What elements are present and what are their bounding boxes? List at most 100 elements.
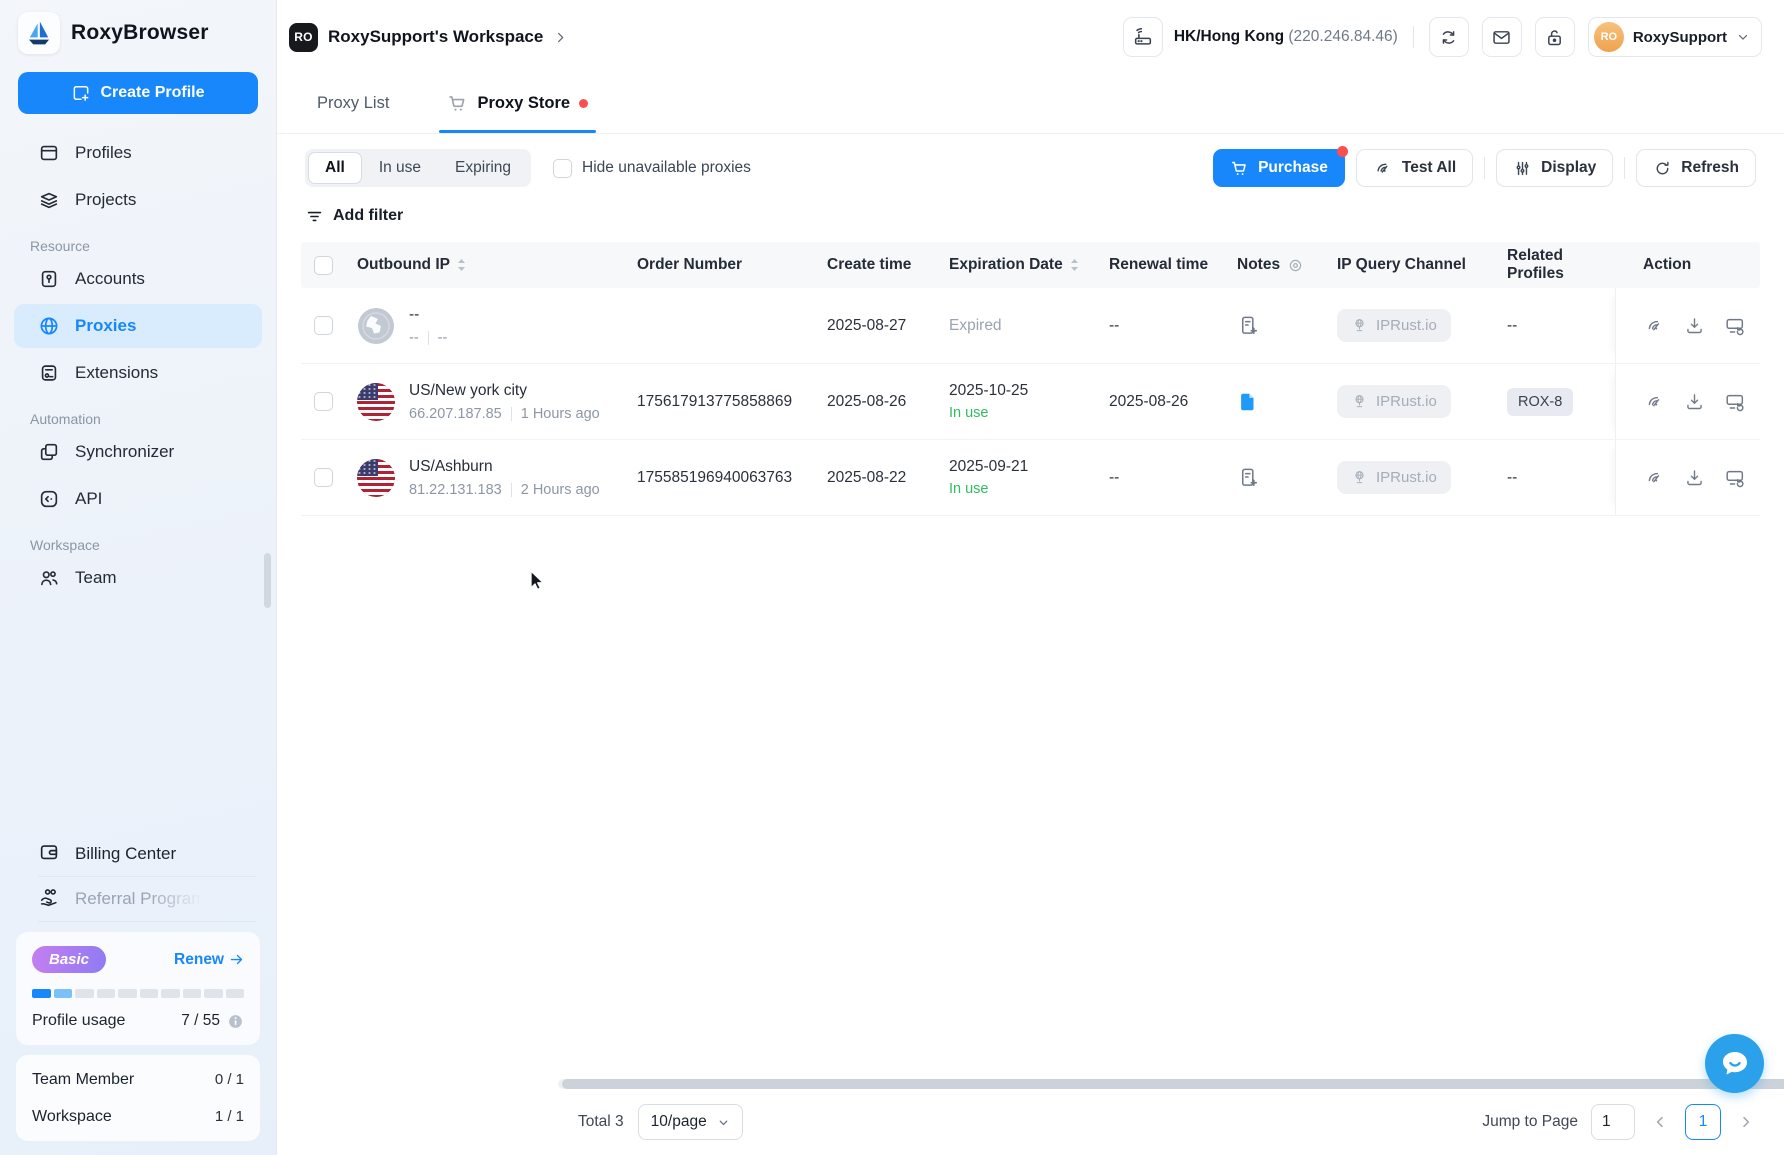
outbound-ip-cell: -- ---- [345, 306, 625, 346]
add-filter-button[interactable]: Add filter [305, 207, 403, 226]
proxy-router-button[interactable] [1123, 17, 1163, 57]
table-row: US/New york city 66.207.187.851 Hours ag… [301, 364, 1760, 440]
previous-page-button[interactable] [1648, 1110, 1672, 1134]
section-label-automation: Automation [30, 411, 262, 427]
header-label: Outbound IP [357, 256, 450, 274]
page-number-button[interactable]: 1 [1685, 1104, 1721, 1140]
ip-query-channel-button[interactable]: IPRust.io [1337, 461, 1451, 494]
sidebar-item-referral-program[interactable]: Referral Program [14, 877, 262, 921]
download-icon[interactable] [1684, 315, 1705, 336]
renew-proxy-icon[interactable] [1724, 391, 1746, 413]
notes-cell [1225, 314, 1325, 337]
page-size-value: 10/page [651, 1113, 707, 1131]
renew-proxy-icon[interactable] [1724, 315, 1746, 337]
sidebar-item-billing-center[interactable]: Billing Center [14, 832, 262, 876]
toolbar: Purchase Test All Display Refresh [1213, 149, 1756, 187]
filter-all[interactable]: All [308, 152, 362, 184]
info-icon[interactable] [227, 1013, 244, 1030]
keyhole-badge-icon [38, 268, 60, 290]
lock-button[interactable] [1535, 17, 1575, 57]
row-checkbox[interactable] [314, 468, 333, 487]
workspace-breadcrumb[interactable]: RO RoxySupport's Workspace [289, 23, 568, 52]
tab-proxy-store[interactable]: Proxy Store [447, 74, 588, 133]
order-number-cell: 175585196940063763 [625, 469, 815, 487]
download-icon[interactable] [1684, 391, 1705, 412]
horizontal-scrollbar-thumb[interactable] [562, 1079, 1784, 1089]
row-checkbox[interactable] [314, 392, 333, 411]
refresh-icon [1653, 159, 1672, 178]
tab-proxy-list[interactable]: Proxy List [317, 74, 389, 133]
pagination-bar: Total 3 10/page Jump to Page 1 [578, 1101, 1758, 1143]
create-profile-button[interactable]: Create Profile [18, 72, 258, 114]
divider [38, 921, 256, 922]
notes-cell [1225, 466, 1325, 489]
renew-link[interactable]: Renew [174, 951, 244, 969]
download-icon[interactable] [1684, 467, 1705, 488]
add-note-icon[interactable] [1237, 466, 1325, 489]
visibility-icon[interactable] [1287, 257, 1304, 274]
sidebar-item-label: Accounts [75, 269, 145, 289]
column-header-expiration-date[interactable]: Expiration Date [937, 256, 1097, 274]
speed-test-icon [1373, 158, 1393, 178]
select-all-checkbox[interactable] [314, 256, 333, 275]
cart-icon [1230, 159, 1249, 178]
hide-unavailable-checkbox[interactable]: Hide unavailable proxies [553, 159, 751, 178]
refresh-button[interactable]: Refresh [1636, 149, 1756, 187]
jump-to-page-input[interactable] [1591, 1104, 1635, 1140]
user-menu[interactable]: RO RoxySupport [1588, 17, 1762, 57]
code-icon [38, 488, 60, 510]
location-name: HK/Hong Kong [1174, 28, 1284, 45]
renew-label: Renew [174, 951, 224, 969]
next-page-button[interactable] [1734, 1110, 1758, 1134]
sidebar-item-synchronizer[interactable]: Synchronizer [14, 430, 262, 474]
action-cell [1615, 364, 1760, 439]
header-label: IP Query Channel [1337, 256, 1466, 274]
checkbox[interactable] [553, 159, 572, 178]
purchase-button[interactable]: Purchase [1213, 149, 1345, 187]
renew-proxy-icon[interactable] [1724, 467, 1746, 489]
test-proxy-icon[interactable] [1644, 391, 1665, 412]
test-all-button[interactable]: Test All [1356, 149, 1473, 187]
page-size-select[interactable]: 10/page [638, 1104, 743, 1140]
usage-status: In use [949, 405, 1097, 421]
messages-button[interactable] [1482, 17, 1522, 57]
sidebar-item-team[interactable]: Team [14, 556, 262, 600]
column-header-outbound-ip[interactable]: Outbound IP [345, 256, 625, 274]
sort-icon[interactable] [457, 258, 466, 272]
row-checkbox[interactable] [314, 316, 333, 335]
sidebar-item-extensions[interactable]: Extensions [14, 351, 262, 395]
add-filter-label: Add filter [333, 207, 403, 225]
filter-in-use[interactable]: In use [362, 152, 438, 184]
sidebar-item-profiles[interactable]: Profiles [14, 131, 262, 175]
support-chat-button[interactable] [1705, 1034, 1764, 1093]
test-proxy-icon[interactable] [1644, 315, 1665, 336]
sidebar-item-accounts[interactable]: Accounts [14, 257, 262, 301]
sidebar-item-label: Projects [75, 190, 136, 210]
display-button[interactable]: Display [1496, 149, 1613, 187]
sidebar-item-api[interactable]: API [14, 477, 262, 521]
sync-button[interactable] [1429, 17, 1469, 57]
billing-center-label: Billing Center [75, 844, 176, 864]
sidebar-item-label: Synchronizer [75, 442, 174, 462]
ip-query-channel-button[interactable]: IPRust.io [1337, 385, 1451, 418]
sidebar-scrollbar-thumb[interactable] [264, 553, 271, 608]
sidebar-item-label: Proxies [75, 316, 136, 336]
layers-icon [38, 189, 60, 211]
filter-expiring[interactable]: Expiring [438, 152, 528, 184]
related-profile-badge[interactable]: ROX-8 [1507, 388, 1573, 416]
proxy-age: 1 Hours ago [521, 406, 600, 422]
sidebar-item-projects[interactable]: Projects [14, 178, 262, 222]
horizontal-scrollbar[interactable] [558, 1079, 1758, 1089]
column-header-related-profiles: Related Profiles [1495, 247, 1615, 283]
ip-query-channel-cell: IPRust.io [1325, 385, 1495, 418]
test-proxy-icon[interactable] [1644, 467, 1665, 488]
ip-query-channel-button[interactable]: IPRust.io [1337, 309, 1451, 342]
proxy-table: Outbound IP Order Number Create time Exp… [301, 242, 1760, 516]
add-note-icon[interactable] [1237, 314, 1325, 337]
divider [1413, 26, 1414, 48]
purchase-label: Purchase [1258, 159, 1328, 177]
sort-icon[interactable] [1070, 258, 1079, 272]
note-filled-icon[interactable] [1237, 391, 1325, 413]
user-avatar: RO [1594, 22, 1624, 52]
sidebar-item-proxies[interactable]: Proxies [14, 304, 262, 348]
